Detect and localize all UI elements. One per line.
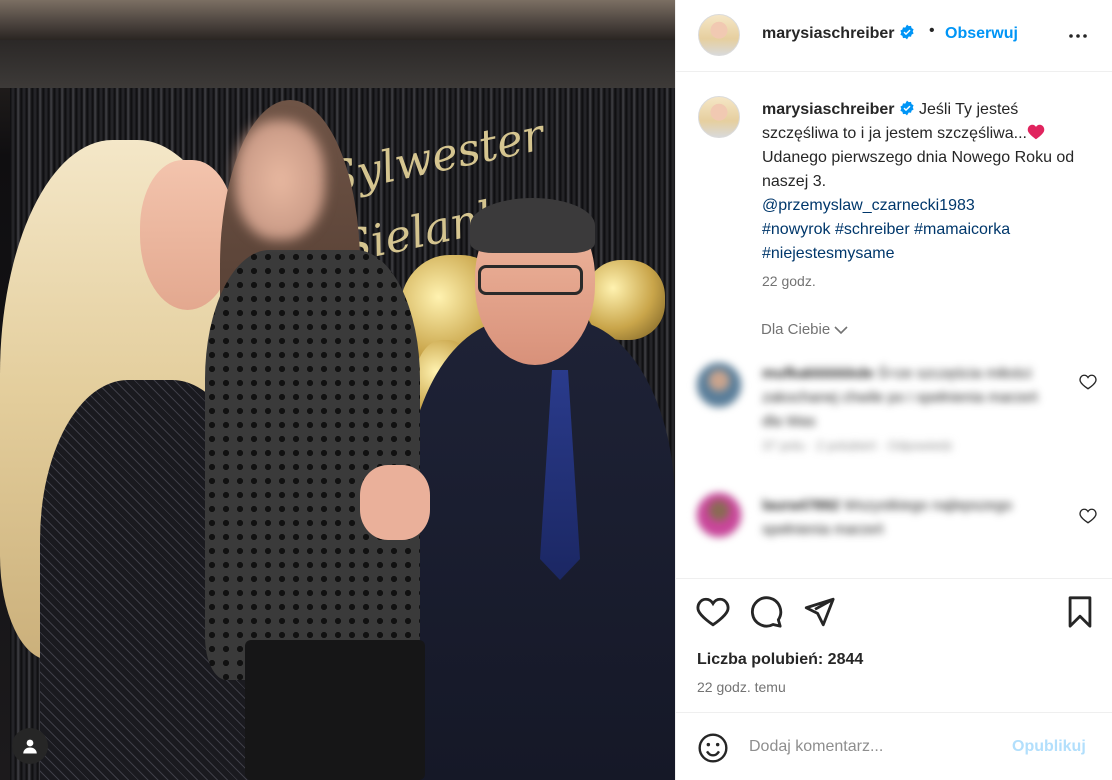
more-horizontal-icon[interactable] (1066, 24, 1090, 48)
hashtag-link[interactable]: #nowyrok (762, 221, 830, 238)
follow-button[interactable]: Obserwuj (945, 25, 1018, 43)
post-timestamp[interactable]: 22 godz. temu (697, 679, 786, 695)
hashtag-link[interactable]: #niejestesmysame (762, 245, 895, 262)
avatar[interactable] (698, 96, 740, 138)
post-header: marysiaschreiber • Obserwuj (676, 0, 1112, 72)
add-comment-bar: Opublikuj (676, 712, 1112, 780)
caption-text: marysiaschreiber Jeśli Ty jesteś szczęśl… (762, 98, 1082, 266)
hashtag-link[interactable]: #schreiber (835, 221, 910, 238)
heart-icon[interactable] (1079, 507, 1097, 525)
heart-icon[interactable] (696, 595, 730, 629)
separator-dot: • (929, 22, 935, 39)
photo-rail (0, 40, 675, 88)
man-glasses (478, 265, 583, 295)
bookmark-icon[interactable] (1063, 595, 1097, 629)
header-username[interactable]: marysiaschreiber (762, 25, 895, 42)
paper-plane-icon[interactable] (802, 595, 836, 629)
comment-body-blurred: mufkakkkkkkde Ś=ze szczęścia miłości zak… (762, 362, 1052, 458)
hashtag-link[interactable]: #mamaicorka (914, 221, 1010, 238)
comment-bubble-icon[interactable] (749, 595, 783, 629)
girl-legs (245, 640, 425, 780)
smiley-icon[interactable] (697, 732, 729, 764)
comment-body-blurred: laura47892 Wszystkiego najlepszego spełn… (762, 494, 1052, 542)
avatar[interactable] (698, 14, 740, 56)
man-suit (405, 320, 675, 780)
publish-button[interactable]: Opublikuj (1012, 738, 1086, 756)
comment-username[interactable]: laura47892 (762, 497, 840, 514)
verified-badge-icon (899, 100, 914, 116)
caption-line: Udanego pierwszego dnia Nowego Roku od n… (762, 149, 1075, 190)
comments-filter-dropdown[interactable]: Dla Ciebie (761, 321, 848, 338)
photo-ceiling (0, 0, 675, 40)
avatar[interactable] (696, 362, 742, 408)
comment-input[interactable] (749, 733, 999, 761)
comments-filter-label: Dla Ciebie (761, 321, 831, 338)
holding-hands (360, 465, 430, 540)
header-username-row[interactable]: marysiaschreiber (762, 24, 915, 43)
caption-timestamp[interactable]: 22 godz. (762, 273, 816, 289)
comment-username[interactable]: mufkakkkkkkde (762, 365, 874, 382)
girl-face-blurred (235, 120, 325, 240)
mention-link[interactable]: @przemyslaw_czarnecki1983 (762, 197, 975, 214)
man-hair (470, 198, 595, 253)
verified-badge-icon (899, 24, 914, 40)
avatar[interactable] (696, 492, 742, 538)
red-heart-emoji-icon (1027, 124, 1045, 140)
post-actions: Liczba polubień: 2844 22 godz. temu (676, 578, 1112, 712)
caption-username[interactable]: marysiaschreiber (762, 101, 895, 118)
likes-count[interactable]: Liczba polubień: 2844 (697, 651, 863, 669)
heart-icon[interactable] (1079, 373, 1097, 391)
chevron-down-icon (834, 326, 848, 335)
post-photo[interactable]: Sylwester Sielanka (0, 0, 675, 780)
user-tag-icon[interactable] (12, 728, 48, 764)
comment-meta: 37 polu · 2 polubień · Odpowiedz (762, 438, 953, 453)
post-sidebar: marysiaschreiber • Obserwuj marysiaschre… (675, 0, 1112, 780)
